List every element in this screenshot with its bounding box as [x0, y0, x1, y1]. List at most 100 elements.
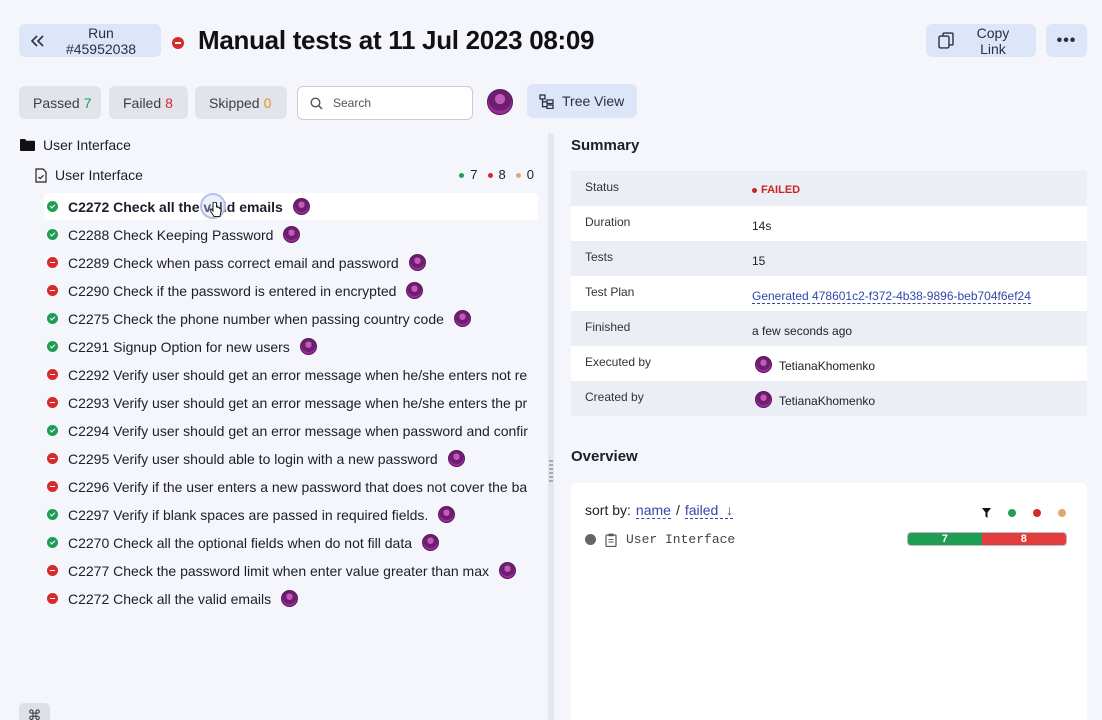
test-label: C2290 Check if the password is entered i…	[68, 282, 397, 299]
page-title: Manual tests at 11 Jul 2023 08:09	[198, 25, 595, 55]
summary-key: Duration	[585, 215, 631, 229]
search-box[interactable]	[297, 86, 473, 120]
assignee-avatar	[422, 534, 439, 551]
assignee-avatar	[406, 282, 424, 299]
tree-suite[interactable]: User Interface 7 8 0	[35, 167, 540, 183]
legend-failed-dot[interactable]	[1033, 509, 1041, 517]
test-label: C2292 Verify user should get an error me…	[68, 366, 528, 383]
run-back-button[interactable]: Run #45952038	[19, 24, 161, 57]
test-label: C2277 Check the password limit when ente…	[68, 562, 489, 579]
test-plan-link[interactable]: Generated 478601c2-f372-4b38-9896-beb704…	[752, 289, 1031, 304]
failed-status-icon	[47, 257, 58, 268]
test-label: C2289 Check when pass correct email and …	[68, 254, 399, 271]
summary-key: Test Plan	[585, 285, 635, 299]
test-label: C2272 Check all the valid emails	[68, 198, 283, 215]
assignee-avatar	[283, 226, 301, 243]
filter-passed-count: 7	[83, 94, 92, 111]
summary-value: 14s	[752, 219, 772, 233]
test-row[interactable]: C2296 Verify if the user enters a new pa…	[44, 473, 538, 500]
search-input[interactable]	[333, 96, 453, 110]
sort-by-failed-link[interactable]: failed ↓	[684, 502, 734, 519]
summary-value: 15	[752, 254, 766, 268]
failed-status-icon	[47, 369, 58, 380]
passed-status-icon	[47, 229, 58, 240]
test-label: C2296 Verify if the user enters a new pa…	[68, 478, 528, 495]
summary-row-finished: Finished a few seconds ago	[571, 311, 1087, 346]
copy-link-button[interactable]: Copy Link	[926, 24, 1036, 57]
test-row[interactable]: C2272 Check all the valid emails	[44, 193, 538, 220]
test-row[interactable]: C2270 Check all the optional fields when…	[44, 529, 538, 556]
passed-status-icon	[47, 537, 58, 548]
test-label: C2270 Check all the optional fields when…	[68, 534, 412, 551]
suite-passed-count: 7	[459, 167, 478, 182]
test-row[interactable]: C2295 Verify user should able to login w…	[44, 445, 538, 472]
filter-passed-button[interactable]: Passed 7	[19, 86, 101, 119]
legend-passed-dot[interactable]	[1008, 509, 1016, 517]
suite-skipped-count: 0	[515, 167, 534, 182]
command-key-icon[interactable]: ⌘	[19, 703, 50, 720]
summary-row-test-plan: Test Plan Generated 478601c2-f372-4b38-9…	[571, 276, 1087, 311]
summary-key: Tests	[585, 250, 614, 264]
sort-by-name-link[interactable]: name	[635, 502, 671, 519]
filter-skipped-button[interactable]: Skipped 0	[195, 86, 287, 119]
panel-splitter[interactable]	[548, 133, 554, 720]
test-row[interactable]: C2292 Verify user should get an error me…	[44, 361, 538, 388]
folder-icon	[20, 139, 35, 151]
filter-funnel-icon[interactable]	[982, 508, 991, 518]
user-avatar[interactable]	[487, 89, 513, 115]
test-row[interactable]: C2272 Check all the valid emails	[44, 585, 538, 612]
filter-passed-label: Passed	[33, 94, 80, 111]
group-dot	[585, 534, 596, 545]
passed-status-icon	[47, 313, 58, 324]
tree-view-icon	[539, 93, 554, 109]
tree-folder[interactable]: User Interface	[20, 137, 131, 153]
test-row[interactable]: C2275 Check the phone number when passin…	[44, 305, 538, 332]
executor-name: TetianaKhomenko	[779, 359, 876, 373]
tree-view-label: Tree View	[562, 93, 625, 109]
creator-name: TetianaKhomenko	[779, 394, 876, 408]
test-label: C2288 Check Keeping Password	[68, 226, 274, 243]
passed-status-icon	[47, 341, 58, 352]
filter-failed-button[interactable]: Failed 8	[109, 86, 188, 119]
summary-row-status: Status FAILED	[571, 171, 1087, 206]
folder-label: User Interface	[43, 137, 131, 153]
test-tree: User Interface User Interface 7 8 0 C227…	[0, 130, 548, 720]
test-row[interactable]: C2277 Check the password limit when ente…	[44, 557, 538, 584]
file-check-icon	[35, 167, 47, 183]
passed-status-icon	[47, 201, 58, 212]
failed-status-icon	[172, 37, 184, 49]
summary-row-tests: Tests 15	[571, 241, 1087, 276]
test-row[interactable]: C2289 Check when pass correct email and …	[44, 249, 538, 276]
summary-table: Status FAILED Duration 14s Tests 15 Test…	[571, 171, 1087, 416]
passed-status-icon	[47, 425, 58, 436]
summary-key: Finished	[585, 320, 631, 334]
summary-key: Status	[585, 180, 620, 194]
tree-view-button[interactable]: Tree View	[527, 84, 637, 118]
failed-status-icon	[47, 285, 58, 296]
summary-key: Executed by	[585, 355, 652, 369]
assignee-avatar	[299, 338, 317, 355]
test-row[interactable]: C2293 Verify user should get an error me…	[44, 389, 538, 416]
test-row[interactable]: C2294 Verify user should get an error me…	[44, 417, 538, 444]
test-row[interactable]: C2297 Verify if blank spaces are passed …	[44, 501, 538, 528]
assignee-avatar	[281, 590, 299, 607]
test-row[interactable]: C2290 Check if the password is entered i…	[44, 277, 538, 304]
failed-status-icon	[47, 481, 58, 492]
test-label: C2297 Verify if blank spaces are passed …	[68, 506, 429, 523]
legend-skipped-dot[interactable]	[1058, 509, 1066, 517]
test-row[interactable]: C2288 Check Keeping Password	[44, 221, 538, 248]
summary-row-executed-by: Executed by TetianaKhomenko	[571, 346, 1087, 381]
assignee-avatar	[292, 198, 310, 215]
test-row[interactable]: C2291 Signup Option for new users	[44, 333, 538, 360]
overview-failed-segment: 8	[981, 533, 1066, 545]
overview-legend	[982, 508, 1066, 518]
test-label: C2295 Verify user should able to login w…	[68, 450, 438, 467]
search-icon	[310, 96, 323, 110]
clipboard-icon	[605, 533, 617, 547]
summary-value: a few seconds ago	[752, 324, 853, 338]
more-options-button[interactable]: •••	[1046, 24, 1087, 57]
status-badge: FAILED	[752, 184, 800, 196]
overview-row[interactable]: User Interface 7 8	[585, 532, 1067, 547]
suite-label: User Interface	[55, 167, 143, 183]
summary-title: Summary	[571, 137, 640, 154]
